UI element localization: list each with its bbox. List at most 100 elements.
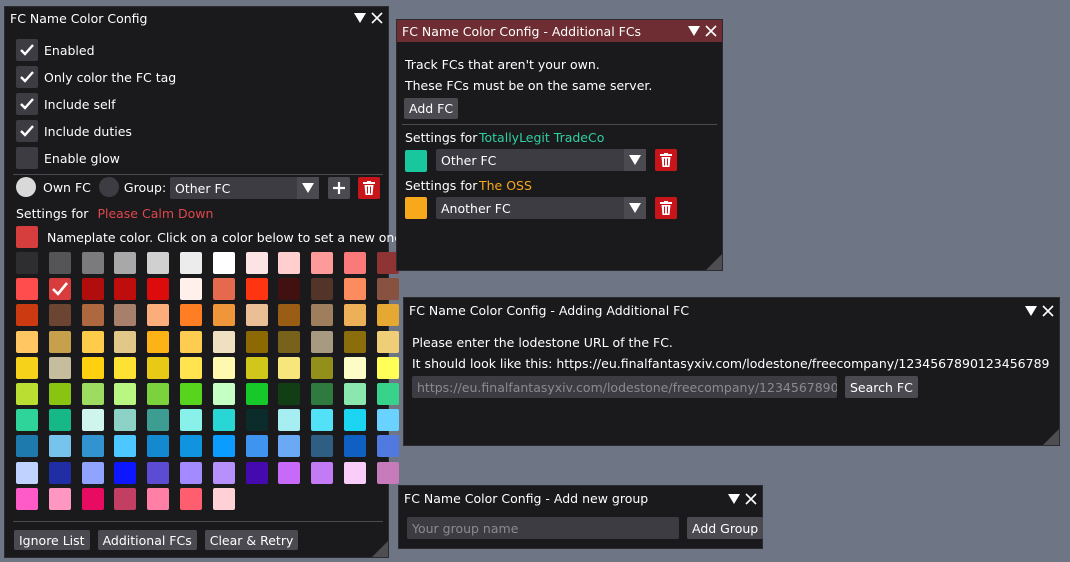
palette-swatch[interactable]	[278, 409, 301, 432]
palette-swatch[interactable]	[48, 383, 71, 405]
palette-swatch[interactable]	[114, 278, 137, 301]
include-self-checkbox[interactable]	[16, 93, 38, 115]
palette-swatch[interactable]	[81, 356, 104, 379]
palette-swatch[interactable]	[16, 252, 38, 274]
palette-swatch[interactable]	[278, 461, 301, 484]
only-color-fc-tag-checkbox[interactable]	[16, 66, 38, 88]
palette-swatch[interactable]	[245, 278, 268, 301]
palette-swatch[interactable]	[180, 409, 202, 432]
palette-swatch[interactable]	[147, 435, 170, 458]
palette-swatch[interactable]	[212, 304, 235, 327]
palette-swatch[interactable]	[180, 435, 202, 458]
palette-swatch[interactable]	[278, 252, 301, 274]
additional-title-bar[interactable]: FC Name Color Config - Additional FCs	[397, 20, 722, 42]
enabled-checkbox[interactable]	[16, 39, 38, 61]
palette-swatch[interactable]	[376, 409, 399, 432]
add-group-button[interactable]	[328, 177, 350, 199]
palette-swatch[interactable]	[212, 330, 235, 353]
chevron-down-icon[interactable]	[624, 197, 646, 219]
palette-swatch[interactable]	[81, 383, 104, 405]
palette-swatch[interactable]	[81, 435, 104, 458]
palette-swatch[interactable]	[114, 330, 137, 353]
palette-swatch[interactable]	[344, 304, 366, 327]
palette-swatch[interactable]	[114, 435, 137, 458]
palette-swatch[interactable]	[180, 356, 202, 379]
palette-swatch[interactable]	[212, 383, 235, 405]
palette-swatch[interactable]	[48, 461, 71, 484]
resize-grip[interactable]	[372, 541, 388, 557]
palette-swatch[interactable]	[376, 278, 399, 301]
group-name-input[interactable]: Your group name	[407, 517, 679, 539]
additional-fcs-button[interactable]: Additional FCs	[97, 530, 197, 550]
palette-swatch[interactable]	[311, 252, 334, 274]
close-icon[interactable]	[704, 24, 718, 38]
palette-swatch[interactable]	[245, 304, 268, 327]
palette-swatch[interactable]	[114, 356, 137, 379]
palette-swatch[interactable]	[114, 487, 137, 510]
delete-group-button[interactable]	[358, 177, 380, 199]
palette-swatch[interactable]	[147, 487, 170, 510]
delete-fc-button[interactable]	[655, 149, 677, 171]
fc-group-select[interactable]: Other FC	[436, 149, 646, 171]
ignore-list-button[interactable]: Ignore List	[14, 530, 90, 550]
palette-swatch[interactable]	[48, 304, 71, 327]
palette-swatch[interactable]	[344, 252, 366, 274]
enable-glow-checkbox[interactable]	[16, 147, 38, 169]
palette-swatch[interactable]	[81, 461, 104, 484]
palette-swatch[interactable]	[311, 330, 334, 353]
own-fc-radio[interactable]	[16, 177, 36, 197]
palette-swatch[interactable]	[147, 278, 170, 301]
palette-swatch[interactable]	[311, 356, 334, 379]
palette-swatch[interactable]	[311, 409, 334, 432]
close-icon[interactable]	[370, 11, 384, 25]
current-color-swatch[interactable]	[16, 226, 38, 248]
palette-swatch[interactable]	[147, 252, 170, 274]
group-radio[interactable]	[98, 177, 119, 197]
palette-swatch[interactable]	[16, 487, 38, 510]
palette-swatch[interactable]	[278, 356, 301, 379]
palette-swatch[interactable]	[81, 252, 104, 274]
palette-swatch[interactable]	[278, 435, 301, 458]
palette-swatch[interactable]	[212, 356, 235, 379]
palette-swatch[interactable]	[16, 278, 38, 301]
palette-swatch[interactable]	[48, 487, 71, 510]
palette-swatch[interactable]	[147, 330, 170, 353]
include-duties-checkbox[interactable]	[16, 120, 38, 142]
palette-swatch[interactable]	[81, 278, 104, 301]
palette-swatch[interactable]	[376, 330, 399, 353]
palette-swatch[interactable]	[147, 461, 170, 484]
palette-swatch[interactable]	[245, 330, 268, 353]
palette-swatch[interactable]	[114, 304, 137, 327]
resize-grip[interactable]	[706, 254, 722, 270]
enable-glow-checkbox-row[interactable]: Enable glow	[16, 147, 120, 169]
palette-swatch[interactable]	[81, 487, 104, 510]
group-select[interactable]: Other FC	[170, 177, 319, 199]
palette-swatch[interactable]	[311, 383, 334, 405]
palette-swatch[interactable]	[16, 304, 38, 327]
palette-swatch[interactable]	[344, 330, 366, 353]
include-self-checkbox-row[interactable]: Include self	[16, 93, 116, 115]
palette-swatch[interactable]	[344, 409, 366, 432]
palette-swatch[interactable]	[278, 330, 301, 353]
palette-swatch[interactable]	[376, 304, 399, 327]
fc-group-select[interactable]: Another FC	[436, 197, 646, 219]
palette-swatch[interactable]	[278, 304, 301, 327]
clear-retry-button[interactable]: Clear & Retry	[204, 530, 299, 550]
palette-swatch[interactable]	[245, 252, 268, 274]
palette-swatch[interactable]	[311, 435, 334, 458]
palette-swatch[interactable]	[114, 409, 137, 432]
palette-swatch[interactable]	[311, 278, 334, 301]
add-group-submit-button[interactable]: Add Group	[687, 517, 764, 539]
palette-swatch[interactable]	[81, 409, 104, 432]
palette-swatch[interactable]	[311, 304, 334, 327]
collapse-icon[interactable]	[687, 24, 701, 38]
palette-swatch[interactable]	[278, 383, 301, 405]
palette-swatch[interactable]	[180, 487, 202, 510]
palette-swatch[interactable]	[48, 330, 71, 353]
palette-swatch[interactable]	[212, 278, 235, 301]
enabled-checkbox-row[interactable]: Enabled	[16, 39, 95, 61]
palette-swatch[interactable]	[245, 409, 268, 432]
palette-swatch[interactable]	[16, 409, 38, 432]
chevron-down-icon[interactable]	[297, 177, 319, 199]
palette-swatch[interactable]	[16, 435, 38, 458]
